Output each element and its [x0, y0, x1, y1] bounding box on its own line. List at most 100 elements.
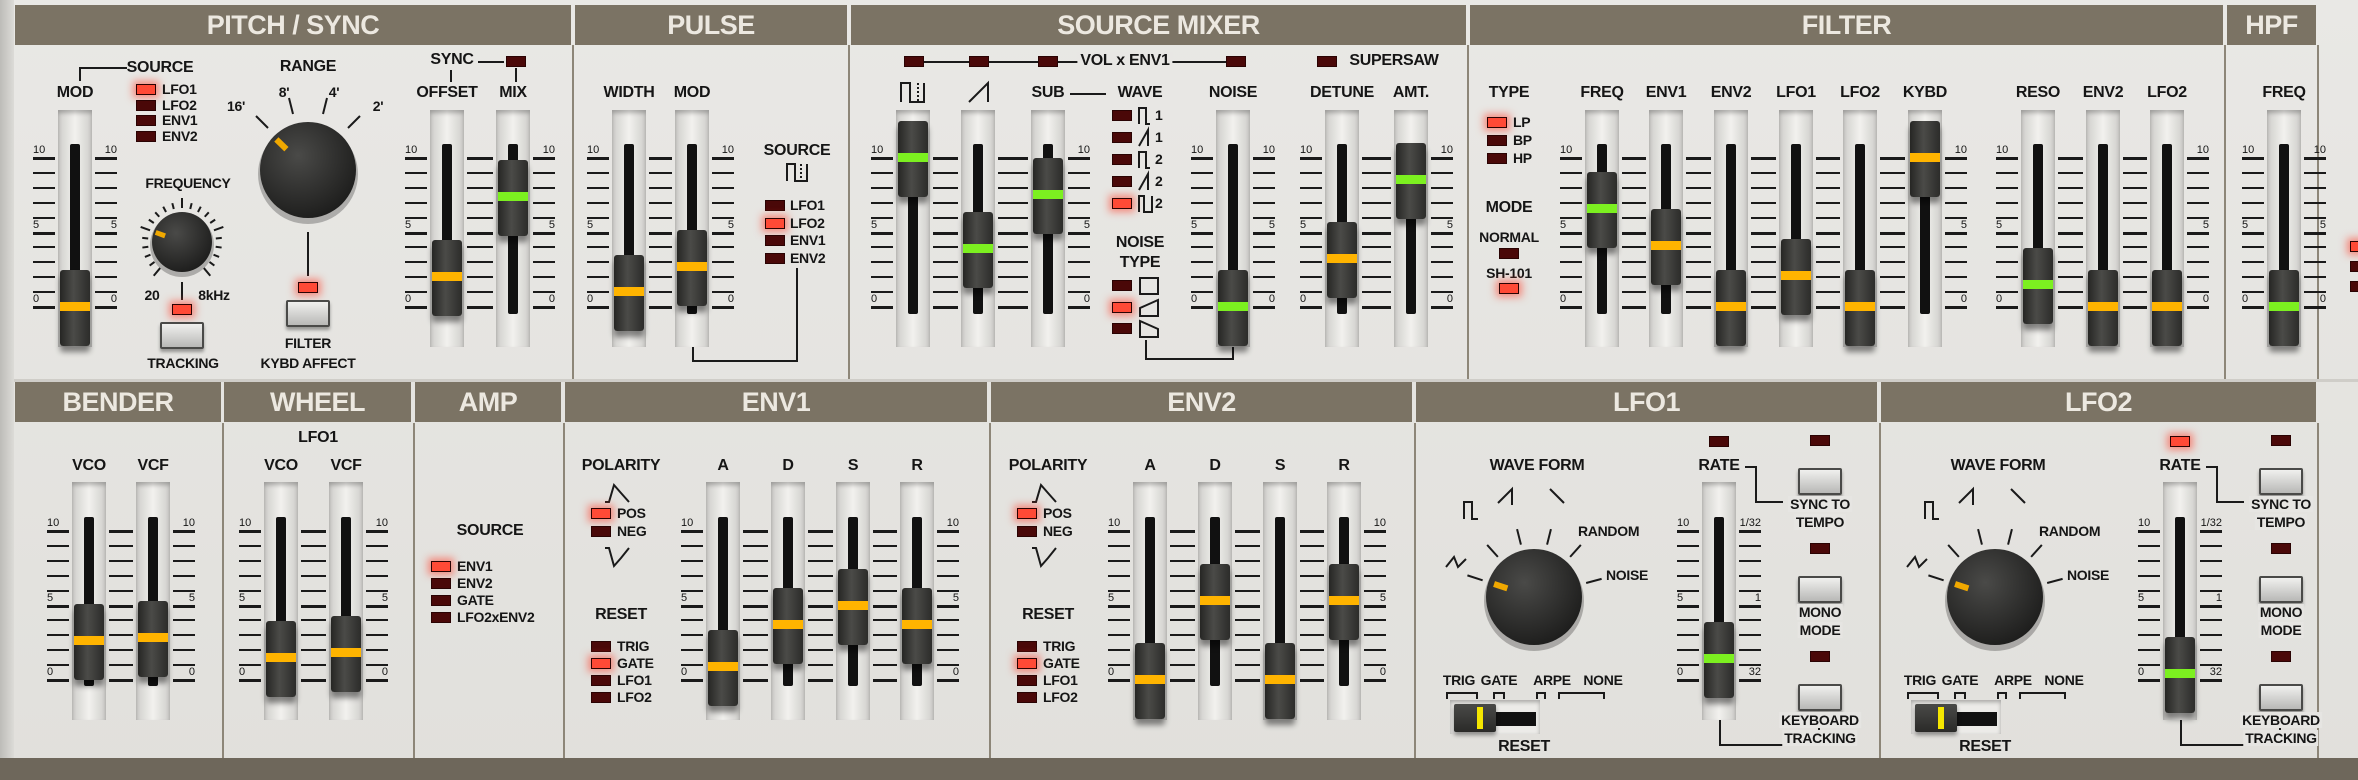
filter-type-led[interactable]	[1487, 153, 1507, 164]
noise-type-led[interactable]	[1112, 280, 1132, 291]
slider-handle[interactable]	[60, 270, 90, 346]
lfo2-keyboard-tracking-button[interactable]	[2259, 684, 2303, 711]
range-knob[interactable]	[255, 97, 361, 224]
lfo1-waveform-knob[interactable]	[1445, 486, 1602, 651]
lfo2-reset-option[interactable]: GATE	[1942, 672, 1979, 688]
slider-handle[interactable]	[614, 255, 644, 332]
slider-handle[interactable]	[2269, 270, 2299, 346]
env1-polarity-led[interactable]	[591, 508, 611, 519]
lfo1-reset-option[interactable]: ARPE	[1533, 672, 1571, 688]
slider-handle[interactable]	[773, 587, 803, 664]
env2-reset-led[interactable]	[1017, 675, 1037, 686]
lfo1-reset-option[interactable]: NONE	[1583, 672, 1623, 688]
slider-handle[interactable]	[498, 159, 528, 236]
mode-sh101-led[interactable]	[1499, 283, 1519, 294]
slider-handle[interactable]	[331, 616, 361, 693]
filter-kybd-affect-button[interactable]	[286, 300, 330, 327]
env2-polarity-led[interactable]	[1017, 508, 1037, 519]
lfo1-mono-mode-button[interactable]	[1798, 576, 1842, 603]
filter-type-led[interactable]	[1487, 135, 1507, 146]
slider-handle[interactable]	[1265, 643, 1295, 719]
lfo2-waveform-knob[interactable]	[1906, 486, 2063, 651]
lfo2-reset-switch[interactable]	[1915, 704, 1957, 732]
slider-handle[interactable]	[1587, 171, 1617, 248]
slider-handle[interactable]	[898, 121, 928, 197]
supersaw-led[interactable]	[1317, 56, 1337, 67]
lfo1-reset-switch[interactable]	[1454, 704, 1496, 732]
amp-source-led[interactable]	[431, 578, 451, 589]
wave-led[interactable]	[1112, 154, 1132, 165]
noise-type-led[interactable]	[1112, 301, 1132, 313]
lfo2-mono-mode-button[interactable]	[2259, 576, 2303, 603]
frequency-knob[interactable]	[140, 198, 224, 277]
mod-source-led[interactable]	[136, 84, 156, 95]
slider-handle[interactable]	[2152, 270, 2182, 346]
pulse-source-led[interactable]	[765, 200, 785, 211]
lfo1-reset-option[interactable]: GATE	[1481, 672, 1518, 688]
wave-led[interactable]	[1112, 176, 1132, 187]
slider-handle[interactable]	[2023, 247, 2053, 324]
lfo2-sync-to-tempo-button[interactable]	[2259, 468, 2303, 495]
filter-type-led[interactable]	[1487, 117, 1507, 128]
slider-handle[interactable]	[266, 620, 296, 697]
env1-reset-led[interactable]	[591, 641, 611, 652]
wave-led[interactable]	[1112, 132, 1132, 143]
env2-reset-led[interactable]	[1017, 658, 1037, 669]
slider-handle[interactable]	[1704, 622, 1734, 699]
pulse-source-led[interactable]	[765, 252, 785, 264]
slider-handle[interactable]	[963, 211, 993, 288]
slider-handle[interactable]	[902, 587, 932, 664]
mode-normal-led[interactable]	[1499, 248, 1519, 259]
env1-reset-led[interactable]	[591, 675, 611, 686]
amp-source-led[interactable]	[431, 595, 451, 606]
slider-handle[interactable]	[1033, 158, 1063, 235]
env1-reset-led[interactable]	[591, 692, 611, 703]
slider-handle[interactable]	[708, 629, 738, 706]
slider-handle[interactable]	[432, 240, 462, 317]
pulse-source-led[interactable]	[765, 217, 785, 229]
env1-polarity-led[interactable]	[591, 526, 611, 537]
slider-handle[interactable]	[2165, 637, 2195, 714]
vol-env-led[interactable]	[1226, 56, 1246, 67]
slider-handle[interactable]	[1218, 270, 1248, 346]
slider-handle[interactable]	[1651, 208, 1681, 285]
env2-reset-led[interactable]	[1017, 641, 1037, 652]
slider-handle[interactable]	[1329, 564, 1359, 641]
slider-handle[interactable]	[1716, 270, 1746, 346]
lfo1-rate-led[interactable]	[1709, 436, 1729, 447]
env2-reset-led[interactable]	[1017, 692, 1037, 703]
lfo2-rate-led[interactable]	[2170, 436, 2190, 447]
mod-source-led[interactable]	[136, 115, 156, 126]
slider-handle[interactable]	[1135, 643, 1165, 719]
slider-handle[interactable]	[677, 229, 707, 306]
noise-type-led[interactable]	[1112, 323, 1132, 334]
tracking-button[interactable]	[160, 322, 204, 349]
vol-env-led[interactable]	[969, 56, 989, 67]
slider-handle[interactable]	[74, 604, 104, 681]
mod-source-led[interactable]	[136, 130, 156, 142]
pulse-source-led[interactable]	[765, 235, 785, 246]
slider-handle[interactable]	[1200, 564, 1230, 641]
lfo1-sync-to-tempo-button[interactable]	[1798, 468, 1842, 495]
wave-led[interactable]	[1112, 110, 1132, 121]
env2-polarity-led[interactable]	[1017, 526, 1037, 537]
wave-led[interactable]	[1112, 198, 1132, 209]
slider-handle[interactable]	[838, 568, 868, 645]
slider-handle[interactable]	[1910, 121, 1940, 197]
lfo2-reset-option[interactable]: NONE	[2044, 672, 2084, 688]
env1-reset-led[interactable]	[591, 658, 611, 669]
vol-env-led[interactable]	[904, 56, 924, 67]
slider-handle[interactable]	[138, 601, 168, 678]
amp-source-led[interactable]	[431, 561, 451, 572]
lfo2-reset-option[interactable]: TRIG	[1904, 672, 1937, 688]
lfo2-reset-option[interactable]: ARPE	[1994, 672, 2032, 688]
slider-handle[interactable]	[1845, 270, 1875, 346]
lfo1-keyboard-tracking-button[interactable]	[1798, 684, 1842, 711]
lfo1-reset-option[interactable]: TRIG	[1443, 672, 1476, 688]
mod-source-led[interactable]	[136, 99, 156, 111]
slider-handle[interactable]	[1396, 143, 1426, 220]
slider-handle[interactable]	[1327, 222, 1357, 299]
vol-env-led[interactable]	[1038, 56, 1058, 67]
slider-handle[interactable]	[2088, 270, 2118, 346]
sync-led[interactable]	[506, 56, 526, 67]
